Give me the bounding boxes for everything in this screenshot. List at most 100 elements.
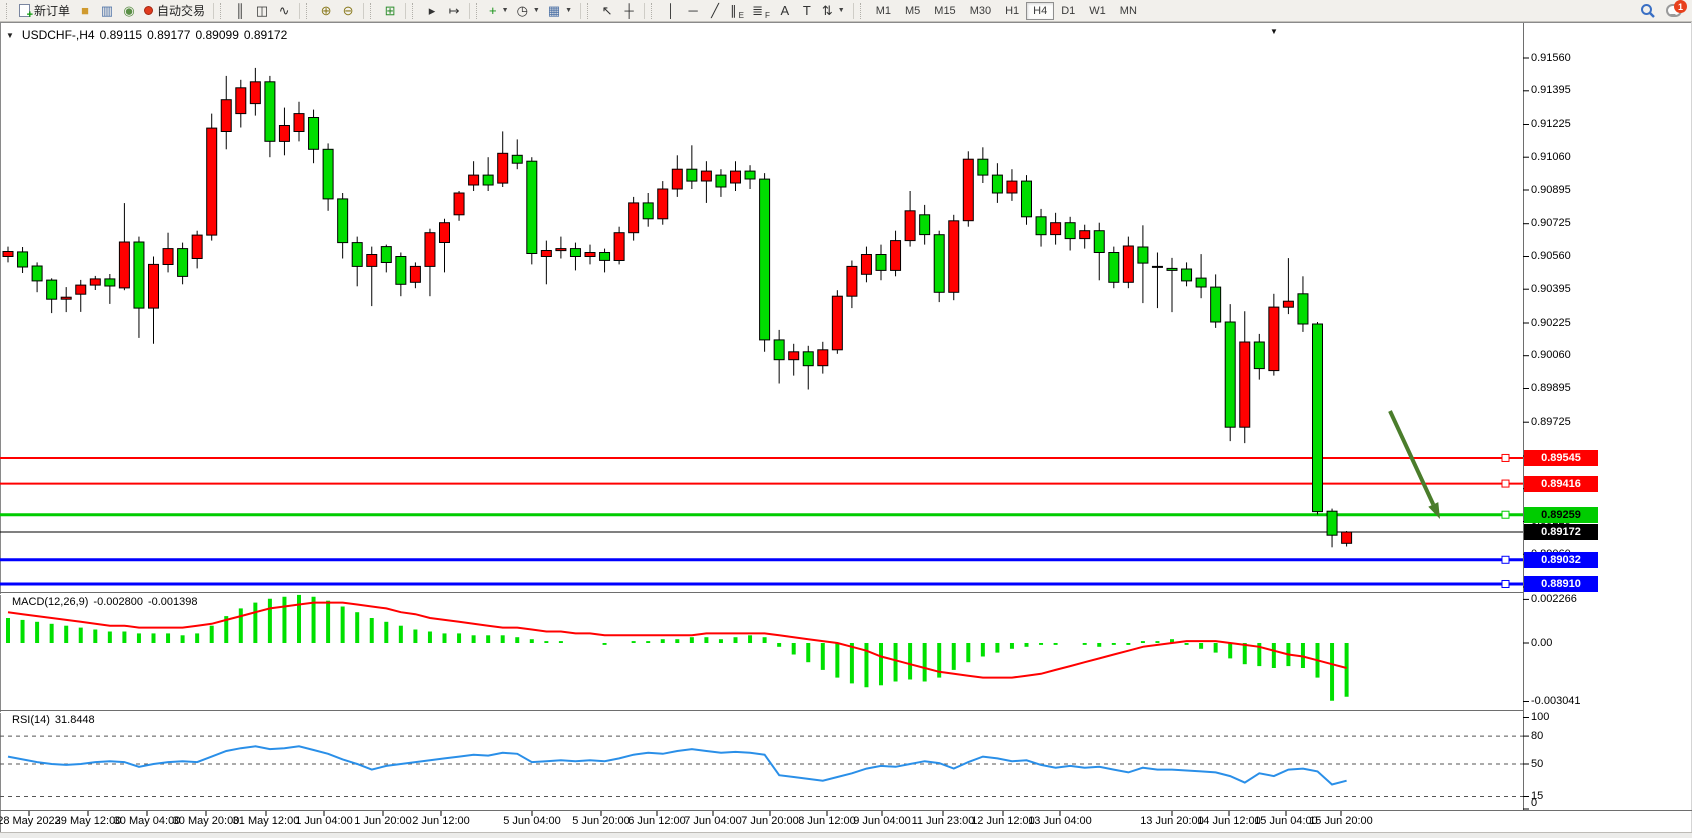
notifications-icon[interactable]: 1 bbox=[1666, 4, 1682, 17]
candle-body bbox=[1167, 268, 1177, 270]
tile-windows-button[interactable]: ⊞ bbox=[379, 1, 401, 21]
timeframe-h1-button[interactable]: H1 bbox=[998, 2, 1026, 20]
time-axis-label: 14 Jun 12:00 bbox=[1197, 815, 1261, 827]
data-window-button[interactable]: ▥ bbox=[96, 1, 118, 21]
zoom-in-button[interactable]: ⊕ bbox=[315, 1, 337, 21]
time-axis-label: 30 May 04:00 bbox=[114, 815, 181, 827]
candle-body bbox=[803, 352, 813, 366]
candlestick-chart-button[interactable]: ◫ bbox=[251, 1, 273, 21]
arrows-button[interactable]: ⇅▼ bbox=[818, 1, 849, 21]
toolbar-right: 1 bbox=[1640, 3, 1688, 19]
toolbar-grip[interactable] bbox=[860, 3, 865, 19]
crosshair-button[interactable]: ┼ bbox=[618, 1, 640, 21]
chart-shift-button[interactable]: ↦ bbox=[443, 1, 465, 21]
hline-handle[interactable] bbox=[1502, 480, 1509, 487]
candle-body bbox=[672, 169, 682, 189]
candle-body bbox=[1007, 181, 1017, 193]
candle-body bbox=[338, 199, 348, 243]
price-tick-label: 0.91225 bbox=[1531, 118, 1571, 131]
candle-body bbox=[600, 253, 610, 261]
signals-button[interactable]: ◉ bbox=[118, 1, 140, 21]
toolbar-grip[interactable] bbox=[476, 3, 481, 19]
toolbar-grip[interactable] bbox=[6, 3, 11, 19]
text-label-button[interactable]: T bbox=[796, 1, 818, 21]
price-line-badge: 0.89545 bbox=[1524, 450, 1598, 466]
timeframe-m1-button[interactable]: M1 bbox=[869, 2, 898, 20]
price-line-badge: 0.89416 bbox=[1524, 476, 1598, 492]
hline-handle[interactable] bbox=[1502, 556, 1509, 563]
timeframe-mn-button[interactable]: MN bbox=[1113, 2, 1144, 20]
market-watch-icon: ■ bbox=[81, 4, 89, 17]
toolbar-grip[interactable] bbox=[306, 3, 311, 19]
chart-canvas[interactable] bbox=[0, 22, 1692, 838]
candle-body bbox=[352, 243, 362, 267]
candle-body bbox=[541, 251, 551, 257]
vertical-line-button[interactable]: │ bbox=[660, 1, 682, 21]
candle-body bbox=[1254, 342, 1264, 369]
symbol-expand-caret[interactable]: ▼ bbox=[6, 31, 14, 40]
cursor-button[interactable]: ↖ bbox=[596, 1, 618, 21]
timeframe-h4-button[interactable]: H4 bbox=[1026, 2, 1054, 20]
candle-body bbox=[949, 221, 959, 292]
chart-corner-caret[interactable]: ▼ bbox=[1270, 27, 1278, 36]
toolbar-grip[interactable] bbox=[370, 3, 375, 19]
templates-icon: ▦ bbox=[548, 4, 560, 17]
bar-chart-button[interactable]: ║ bbox=[229, 1, 251, 21]
new-order-button[interactable]: 新订单 bbox=[15, 1, 74, 21]
autotrading-button[interactable]: 自动交易 bbox=[140, 1, 209, 21]
search-icon[interactable] bbox=[1640, 3, 1656, 19]
candle-body bbox=[556, 249, 566, 251]
auto-scroll-button[interactable]: ▸ bbox=[421, 1, 443, 21]
line-chart-button[interactable]: ∿ bbox=[273, 1, 295, 21]
time-axis-label: 5 Jun 20:00 bbox=[572, 815, 630, 827]
candle-body bbox=[236, 88, 246, 114]
candle-body bbox=[47, 280, 57, 299]
candle-body bbox=[1152, 266, 1162, 267]
text-icon: A bbox=[781, 4, 790, 17]
autotrading-status-icon bbox=[144, 6, 153, 15]
toolbar-separator bbox=[363, 3, 364, 19]
time-axis-label: 7 Jun 20:00 bbox=[741, 815, 799, 827]
timeframe-m5-button[interactable]: M5 bbox=[898, 2, 927, 20]
horizontal-line-button[interactable]: ─ bbox=[682, 1, 704, 21]
rsi-tick-label: 50 bbox=[1531, 758, 1543, 771]
candle-body bbox=[1036, 217, 1046, 235]
candle-body bbox=[134, 242, 144, 308]
fibonacci-button[interactable]: ≣F bbox=[748, 1, 774, 21]
candle-body bbox=[1109, 253, 1119, 283]
hline-handle[interactable] bbox=[1502, 580, 1509, 587]
toolbar-grip[interactable] bbox=[587, 3, 592, 19]
indicators-button[interactable]: +▼ bbox=[485, 1, 513, 21]
time-axis-label: 12 Jun 12:00 bbox=[971, 815, 1035, 827]
hline-handle[interactable] bbox=[1502, 454, 1509, 461]
toolbar-grip[interactable] bbox=[412, 3, 417, 19]
candle-body bbox=[1123, 246, 1133, 282]
toolbar-grip[interactable] bbox=[220, 3, 225, 19]
candle-body bbox=[1283, 301, 1293, 307]
trendline-button[interactable]: ╱ bbox=[704, 1, 726, 21]
timeframe-w1-button[interactable]: W1 bbox=[1082, 2, 1113, 20]
time-axis-label: 2 Jun 12:00 bbox=[412, 815, 470, 827]
candle-body bbox=[163, 249, 173, 265]
zoom-out-button[interactable]: ⊖ bbox=[337, 1, 359, 21]
time-axis-label: 1 Jun 04:00 bbox=[295, 815, 353, 827]
timeframe-d1-button[interactable]: D1 bbox=[1054, 2, 1082, 20]
periods-button[interactable]: ◷▼ bbox=[513, 1, 544, 21]
hline-handle[interactable] bbox=[1502, 511, 1509, 518]
text-button[interactable]: A bbox=[774, 1, 796, 21]
chart-window: ▼ USDCHF-,H4 0.89115 0.89177 0.89099 0.8… bbox=[0, 22, 1692, 838]
notification-badge: 1 bbox=[1674, 0, 1687, 13]
equidistant-channel-button[interactable]: ∥E bbox=[726, 1, 748, 21]
toolbar-grip[interactable] bbox=[651, 3, 656, 19]
candle-body bbox=[1051, 223, 1061, 235]
toolbar-separator bbox=[853, 3, 854, 19]
timeframe-m30-button[interactable]: M30 bbox=[963, 2, 998, 20]
market-watch-button[interactable]: ■ bbox=[74, 1, 96, 21]
dropdown-caret-icon: ▼ bbox=[533, 7, 540, 14]
candle-body bbox=[658, 189, 668, 219]
trend-arrow-head[interactable] bbox=[1428, 502, 1440, 519]
chart-shift-icon: ↦ bbox=[449, 4, 460, 17]
toolbar-separator bbox=[405, 3, 406, 19]
templates-button[interactable]: ▦▼ bbox=[544, 1, 576, 21]
timeframe-m15-button[interactable]: M15 bbox=[927, 2, 962, 20]
